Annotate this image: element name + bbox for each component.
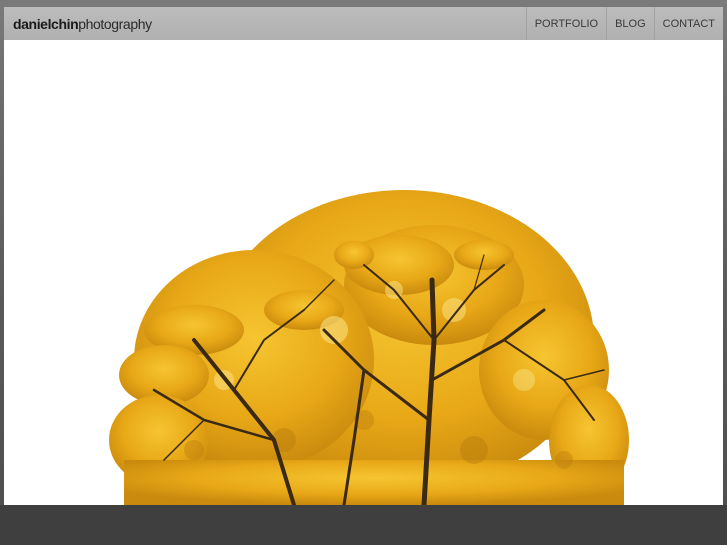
site-logo[interactable]: danielchin photography — [4, 7, 152, 40]
nav-contact[interactable]: CONTACT — [653, 7, 723, 40]
hero-photo-ginkgo-tree — [109, 190, 629, 505]
page-frame: danielchin photography PORTFOLIO BLOG CON… — [4, 7, 723, 505]
site-header: danielchin photography PORTFOLIO BLOG CON… — [4, 7, 723, 40]
page-footer-bar — [0, 505, 727, 545]
tree-foliage — [109, 190, 629, 505]
main-nav: PORTFOLIO BLOG CONTACT — [525, 7, 723, 40]
logo-suffix: photography — [78, 15, 152, 32]
nav-portfolio[interactable]: PORTFOLIO — [525, 7, 606, 40]
nav-blog[interactable]: BLOG — [606, 7, 654, 40]
logo-name: danielchin — [13, 15, 79, 32]
